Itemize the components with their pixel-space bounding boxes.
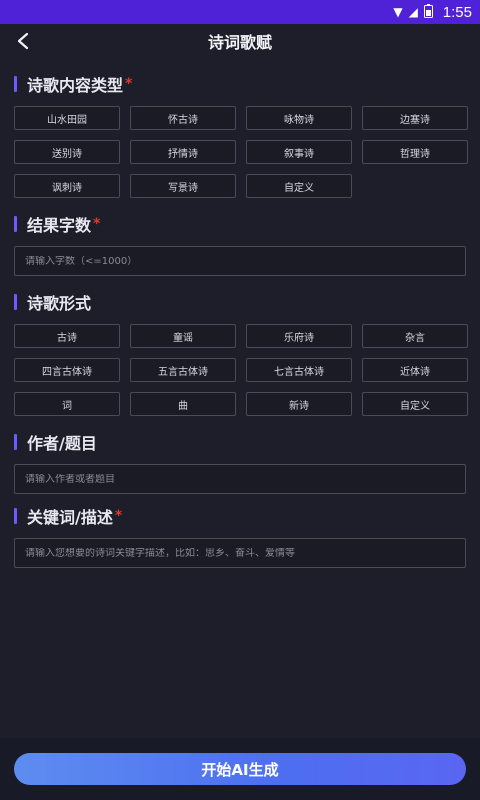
keywords-input[interactable] xyxy=(25,547,455,559)
word-count-input[interactable] xyxy=(25,255,455,267)
section-title-word-count: 结果字数 * xyxy=(14,212,466,236)
signal-icon: ◢ xyxy=(408,5,418,19)
chip-form[interactable]: 杂言 xyxy=(362,324,468,348)
chip-type[interactable]: 哲理诗 xyxy=(362,140,468,164)
generate-button[interactable]: 开始AI生成 xyxy=(14,753,466,785)
form-chip-grid: 古诗 童谣 乐府诗 杂言 四言古体诗 五言古体诗 七言古体诗 近体诗 词 曲 新… xyxy=(14,324,468,416)
chip-form[interactable]: 四言古体诗 xyxy=(14,358,120,382)
section-accent-bar xyxy=(14,434,17,450)
section-label: 诗歌内容类型 xyxy=(27,76,124,95)
chip-form[interactable]: 七言古体诗 xyxy=(246,358,352,382)
chip-type[interactable]: 讽刺诗 xyxy=(14,174,120,198)
page-title: 诗词歌赋 xyxy=(207,33,272,52)
chip-type[interactable]: 咏物诗 xyxy=(246,106,352,130)
status-time: 1:55 xyxy=(442,3,472,21)
bottom-action-bar: 开始AI生成 xyxy=(0,738,480,800)
section-label: 诗歌形式 xyxy=(27,294,92,313)
section-label: 结果字数 xyxy=(27,216,92,235)
battery-icon xyxy=(423,4,433,20)
required-mark: * xyxy=(125,76,133,92)
form-content: 诗歌内容类型 * 山水田园 怀古诗 咏物诗 边塞诗 送别诗 抒情诗 叙事诗 哲理… xyxy=(0,72,480,568)
section-accent-bar xyxy=(14,76,17,92)
wifi-icon: ▼ xyxy=(393,5,403,19)
chip-form[interactable]: 乐府诗 xyxy=(246,324,352,348)
required-mark: * xyxy=(93,216,101,232)
chip-form[interactable]: 近体诗 xyxy=(362,358,468,382)
section-title-type: 诗歌内容类型 * xyxy=(14,72,466,96)
chip-type[interactable]: 送别诗 xyxy=(14,140,120,164)
section-accent-bar xyxy=(14,294,17,310)
section-label: 关键词/描述 xyxy=(27,508,113,527)
section-title-keywords: 关键词/描述 * xyxy=(14,504,466,528)
section-accent-bar xyxy=(14,508,17,524)
word-count-field xyxy=(14,246,466,276)
chip-form[interactable]: 五言古体诗 xyxy=(130,358,236,382)
author-input[interactable] xyxy=(25,473,455,485)
chip-form[interactable]: 曲 xyxy=(130,392,236,416)
chip-form[interactable]: 自定义 xyxy=(362,392,468,416)
chip-form[interactable]: 童谣 xyxy=(130,324,236,348)
chip-form[interactable]: 古诗 xyxy=(14,324,120,348)
chip-type[interactable]: 自定义 xyxy=(246,174,352,198)
chip-form[interactable]: 词 xyxy=(14,392,120,416)
section-accent-bar xyxy=(14,216,17,232)
app-bar: 诗词歌赋 xyxy=(0,24,480,58)
required-mark: * xyxy=(114,508,123,524)
chip-form[interactable]: 新诗 xyxy=(246,392,352,416)
chip-type[interactable]: 山水田园 xyxy=(14,106,120,130)
chip-type[interactable]: 抒情诗 xyxy=(130,140,236,164)
section-title-form: 诗歌形式 xyxy=(14,290,466,314)
author-field xyxy=(14,464,466,494)
chip-type[interactable]: 写景诗 xyxy=(130,174,236,198)
back-button[interactable] xyxy=(10,28,36,54)
status-bar: ▼ ◢ 1:55 xyxy=(0,0,480,24)
chevron-left-icon xyxy=(17,32,29,50)
chip-type[interactable]: 叙事诗 xyxy=(246,140,352,164)
type-chip-grid: 山水田园 怀古诗 咏物诗 边塞诗 送别诗 抒情诗 叙事诗 哲理诗 讽刺诗 写景诗… xyxy=(14,106,468,198)
keywords-field xyxy=(14,538,466,568)
chip-type[interactable]: 怀古诗 xyxy=(130,106,236,130)
chip-type[interactable]: 边塞诗 xyxy=(362,106,468,130)
section-title-author: 作者/题目 xyxy=(14,430,466,454)
section-label: 作者/题目 xyxy=(27,434,97,453)
